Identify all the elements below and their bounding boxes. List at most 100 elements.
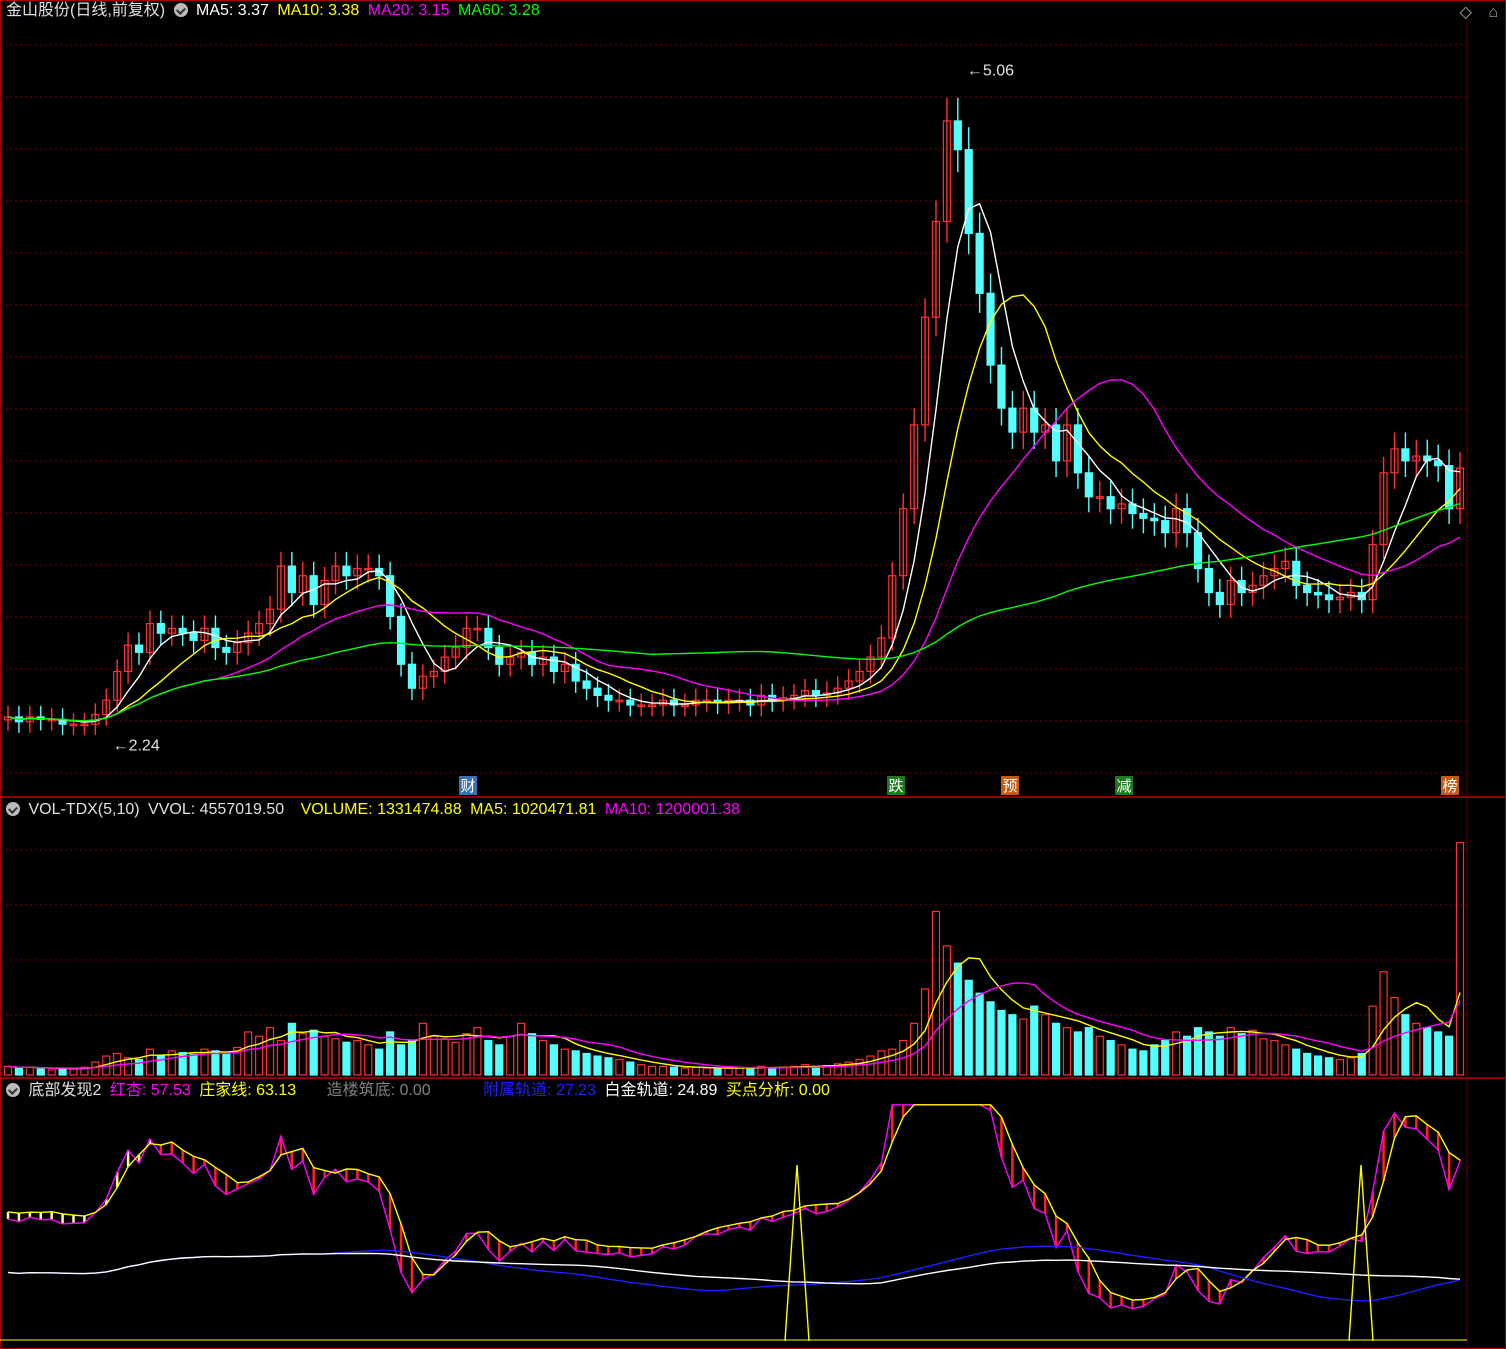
ma10-label: MA10: 3.38 [277, 2, 360, 19]
volume-bar [768, 1067, 777, 1076]
volume-bar [451, 1041, 460, 1076]
high-price-label: ←5.06 [967, 63, 1014, 80]
volume-bar [888, 1048, 897, 1076]
ma5-label: MA5: 3.37 [196, 2, 269, 19]
volume-bar [1051, 1022, 1061, 1076]
volume-settings-dot-icon[interactable] [6, 802, 20, 816]
volume-bar [353, 1039, 362, 1076]
candle-body [407, 663, 417, 689]
volume-bar [1106, 1039, 1115, 1076]
volume-bar [615, 1058, 624, 1076]
main-legend: 金山股份(日线,前复权) MA5: 3.37 MA10: 3.38 MA20: … [6, 1, 544, 21]
volume-bar [1248, 1029, 1257, 1076]
low-price-label: ←2.24 [113, 737, 160, 754]
candle-body [287, 565, 296, 594]
vvol-label: VVOL: 4557019.50 [148, 801, 285, 818]
volume-bar [658, 1065, 668, 1076]
volume-bar [1095, 1035, 1104, 1076]
stock-title[interactable]: 金山股份(日线,前复权) [6, 2, 165, 19]
volume-bar [495, 1044, 504, 1076]
volume-bar [713, 1068, 722, 1076]
volume-bar [418, 1022, 427, 1076]
volume-bar [1259, 1038, 1268, 1076]
candle-body [1313, 591, 1323, 596]
zhuangjia-line [7, 1104, 1461, 1301]
settings-dot-icon[interactable] [173, 3, 188, 17]
candle-body [975, 232, 984, 294]
fushu-line [7, 1245, 1461, 1302]
diamond-icon[interactable]: ◇ [1460, 4, 1472, 21]
candle-body [178, 627, 187, 634]
candle-body [1139, 512, 1148, 519]
volume-bar [473, 1027, 482, 1076]
volume-bar [549, 1044, 558, 1076]
volume-bar [604, 1057, 613, 1076]
volume-bar [1172, 1031, 1181, 1076]
vol-ma10-label: MA10: 1200001.38 [604, 801, 741, 818]
indicator-settings-dot-icon[interactable] [6, 1083, 20, 1097]
volume-bar [189, 1053, 198, 1076]
volume-bar [1346, 1057, 1355, 1076]
volume-bar [680, 1067, 689, 1076]
candle-body [1073, 424, 1082, 474]
volume-bar [375, 1048, 384, 1076]
event-marker: 减 [1116, 778, 1131, 795]
candle-body [484, 627, 493, 649]
volume-bar [91, 1061, 100, 1076]
volume-bar [320, 1035, 329, 1076]
volume-name[interactable]: VOL-TDX(5,10) [28, 801, 139, 818]
event-marker: 榜 [1442, 778, 1457, 795]
maidian-spike [784, 1164, 810, 1342]
volume-legend: VOL-TDX(5,10) VVOL: 4557019.50 VOLUME: 1… [6, 800, 744, 820]
candle-body [1051, 424, 1061, 462]
volume-bar [1084, 1027, 1093, 1076]
volume-bar [1150, 1044, 1159, 1076]
vol-ma5-label: MA5: 1020471.81 [470, 801, 597, 818]
candle-body [986, 292, 995, 366]
volume-bar [538, 1039, 548, 1076]
volume-bar [211, 1050, 220, 1076]
volume-bar [506, 1035, 515, 1076]
volume-bar [920, 988, 930, 1076]
ma60-label: MA60: 3.28 [457, 2, 540, 19]
volume-bar [342, 1041, 351, 1076]
baijin-label: 白金轨道: 24.89 [604, 1082, 718, 1099]
volume-bar [407, 1039, 417, 1076]
volume-bar [3, 1065, 13, 1076]
volume-bar [517, 1022, 526, 1076]
volume-bar [975, 992, 984, 1076]
volume-bar [1073, 1031, 1082, 1076]
volume-bar [997, 1009, 1006, 1076]
volume-bar [1303, 1052, 1312, 1076]
volume-bar [331, 1038, 340, 1076]
event-marker: 财 [460, 778, 475, 795]
volume-bar [276, 1039, 286, 1076]
candle-body [953, 120, 962, 151]
ma60-line [7, 502, 1461, 722]
volume-bar [36, 1068, 45, 1076]
volume-bar [254, 1035, 264, 1076]
volume-bar [47, 1069, 56, 1076]
volume-bar [287, 1022, 296, 1076]
volume-bar [396, 1044, 406, 1076]
volume-bar [942, 945, 951, 1076]
indicator-name[interactable]: 底部发现2 [28, 1082, 101, 1099]
volume-bar [964, 979, 973, 1076]
volume-label: VOLUME: 1331474.88 [300, 801, 462, 818]
volume-bar [134, 1058, 144, 1076]
volume-bar [462, 1033, 471, 1076]
ma20-line [7, 379, 1461, 722]
volume-bar [1008, 1014, 1017, 1076]
volume-bar [1444, 1035, 1454, 1076]
volume-bar [986, 1001, 995, 1076]
candle-body [1150, 517, 1159, 522]
volume-bar [1434, 1031, 1443, 1076]
volume-bar [1041, 1014, 1050, 1076]
volume-bar [1455, 842, 1465, 1076]
candle-body [396, 615, 406, 665]
volume-bar [1237, 1033, 1246, 1076]
volume-bar [855, 1058, 864, 1076]
volume-bar [1030, 1005, 1039, 1076]
toolbar: ◇ ⌂ [1448, 2, 1498, 22]
pin-icon[interactable]: ⌂ [1488, 4, 1498, 21]
